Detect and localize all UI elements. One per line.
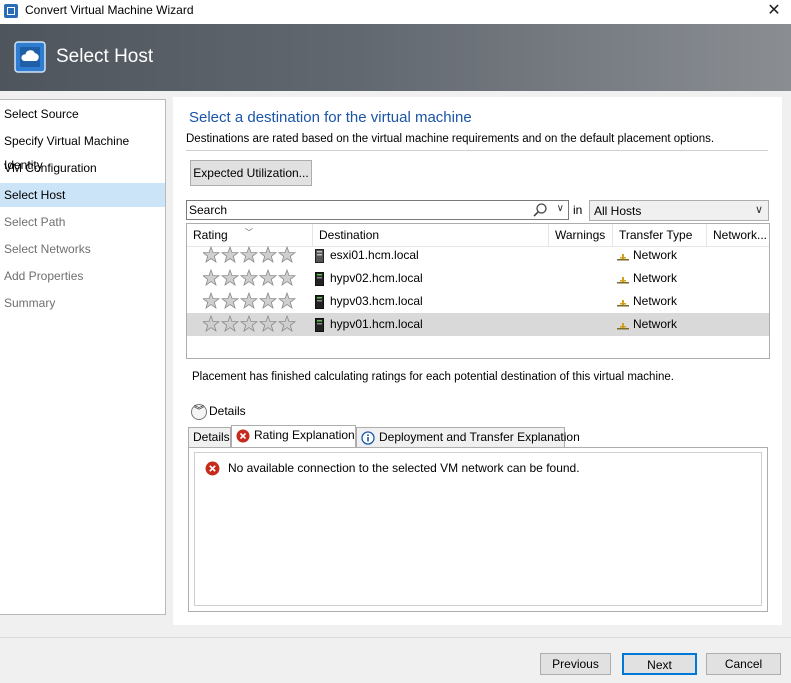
search-scope-dropdown[interactable]: All Hosts ∨ — [589, 200, 769, 221]
search-options-chevron-icon[interactable]: ∨ — [557, 203, 564, 214]
cancel-button[interactable]: Cancel — [706, 653, 781, 675]
network-transfer-icon — [617, 276, 629, 284]
app-icon — [4, 4, 18, 18]
server-icon — [315, 248, 324, 263]
tab-rating-explanation[interactable]: Rating Explanation — [231, 425, 356, 448]
rating-stars-icon — [203, 315, 297, 332]
cloud-vm-icon — [14, 41, 46, 73]
window-title: Convert Virtual Machine Wizard — [25, 3, 194, 17]
rating-explanation-panel: No available connection to the selected … — [188, 447, 768, 612]
sidebar-item-specify-vm-identity[interactable]: Specify Virtual Machine Identity — [0, 129, 165, 172]
column-header-rating[interactable]: Rating ﹀ — [187, 224, 313, 246]
previous-button[interactable]: Previous — [540, 653, 611, 675]
transfer-type-cell: Network — [617, 244, 677, 267]
wizard-steps-sidebar: Select Source Specify Virtual Machine Id… — [0, 99, 166, 615]
error-icon — [205, 461, 220, 476]
search-scope-value: All Hosts — [594, 204, 642, 218]
sidebar-item-select-host[interactable]: Select Host — [0, 183, 165, 207]
footer-divider — [0, 637, 791, 638]
destination-cell: esxi01.hcm.local — [315, 244, 419, 267]
transfer-type-cell: Network — [617, 267, 677, 290]
column-header-destination[interactable]: Destination — [313, 224, 549, 246]
explanation-list: No available connection to the selected … — [194, 452, 762, 606]
section-description: Destinations are rated based on the virt… — [186, 133, 715, 145]
sidebar-item-select-networks: Select Networks — [4, 242, 91, 256]
page-title: Select Host — [56, 46, 154, 67]
sidebar-item-add-properties: Add Properties — [4, 269, 84, 283]
chevron-down-icon[interactable]: ∨ — [755, 203, 763, 216]
next-button[interactable]: Next — [622, 653, 697, 675]
search-scope-label: in — [573, 203, 583, 217]
server-icon — [315, 271, 324, 286]
tab-details[interactable]: Details — [188, 427, 231, 447]
column-header-warnings[interactable]: Warnings — [549, 224, 613, 246]
collapse-chevron-icon[interactable]: ︾ — [191, 403, 207, 420]
transfer-type-cell: Network — [617, 290, 677, 313]
placement-status-text: Placement has finished calculating ratin… — [192, 371, 674, 383]
sidebar-item-select-path: Select Path — [4, 215, 66, 229]
info-icon — [361, 431, 375, 445]
wizard-banner: Select Host — [0, 24, 791, 91]
server-icon — [315, 317, 324, 332]
transfer-type-cell: Network — [617, 313, 677, 336]
error-message: No available connection to the selected … — [205, 460, 580, 476]
search-box[interactable]: Search ∨ — [186, 200, 569, 220]
search-input[interactable]: Search — [189, 203, 227, 217]
network-transfer-icon — [617, 253, 629, 261]
column-header-transfer-type[interactable]: Transfer Type — [613, 224, 707, 246]
sidebar-item-select-source[interactable]: Select Source — [0, 102, 165, 126]
network-transfer-icon — [617, 322, 629, 330]
rating-stars-icon — [203, 292, 297, 309]
section-heading: Select a destination for the virtual mac… — [189, 109, 472, 126]
server-icon — [315, 294, 324, 309]
destination-cell: hypv03.hcm.local — [315, 290, 423, 313]
sidebar-item-summary: Summary — [4, 296, 56, 310]
rating-stars-icon — [203, 269, 297, 286]
destinations-grid: Rating ﹀ Destination Warnings Transfer T… — [186, 223, 770, 359]
details-toggle-label: Details — [209, 404, 246, 418]
divider — [186, 150, 768, 151]
close-icon[interactable]: ✕ — [757, 0, 791, 24]
destination-cell: hypv01.hcm.local — [315, 313, 423, 336]
title-bar: Convert Virtual Machine Wizard ✕ — [0, 0, 791, 24]
table-row[interactable]: hypv02.hcm.local Network — [187, 267, 769, 290]
search-icon[interactable] — [532, 202, 548, 218]
table-row-selected[interactable]: hypv01.hcm.local Network — [187, 313, 769, 336]
error-icon — [236, 429, 250, 443]
tab-deployment-transfer-explanation[interactable]: Deployment and Transfer Explanation — [356, 427, 580, 447]
column-header-network[interactable]: Network... — [707, 224, 769, 246]
main-panel: Select a destination for the virtual mac… — [173, 97, 782, 625]
expected-utilization-button[interactable]: Expected Utilization... — [190, 160, 312, 186]
sort-indicator-icon: ﹀ — [245, 228, 253, 237]
rating-stars-icon — [203, 246, 297, 263]
table-row[interactable]: hypv03.hcm.local Network — [187, 290, 769, 313]
destination-cell: hypv02.hcm.local — [315, 267, 423, 290]
network-transfer-icon — [617, 299, 629, 307]
details-toggle[interactable]: ︾ Details — [191, 403, 246, 420]
sidebar-item-vm-configuration[interactable]: VM Configuration — [0, 156, 165, 180]
table-row[interactable]: esxi01.hcm.local Network — [187, 244, 769, 267]
